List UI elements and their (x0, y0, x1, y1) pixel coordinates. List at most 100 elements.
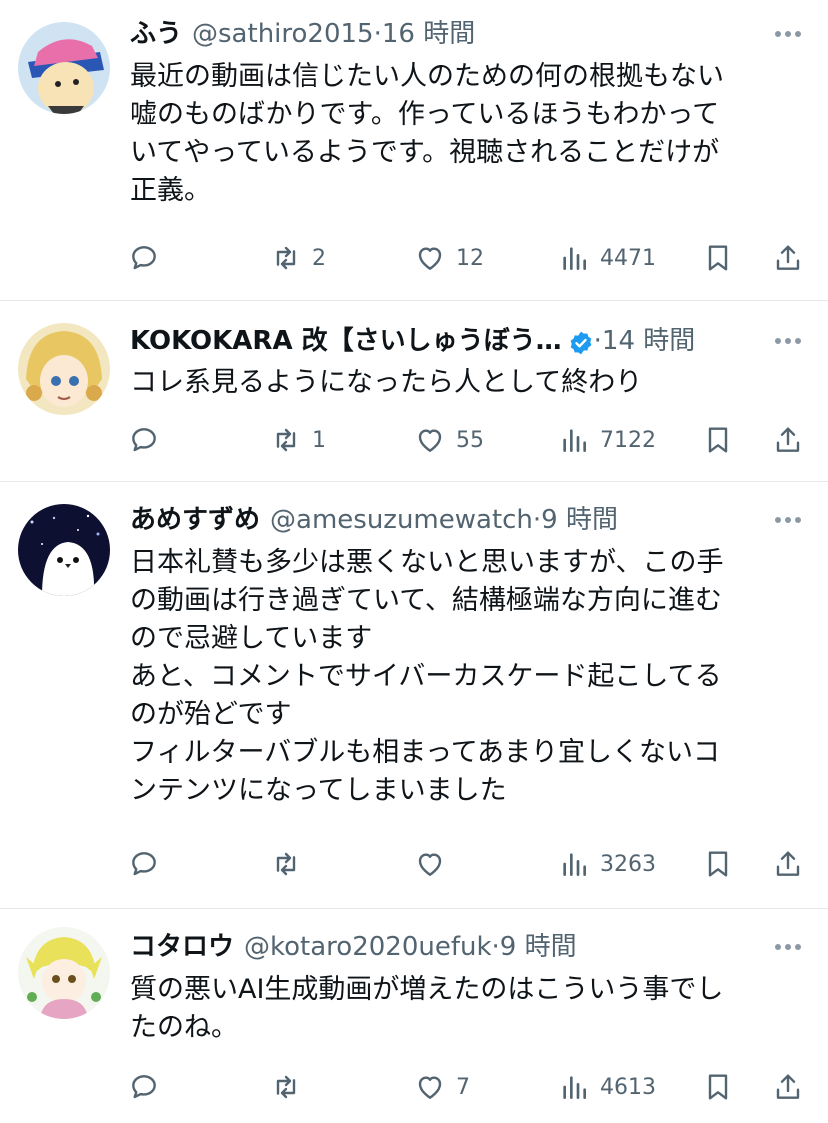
share-button[interactable] (772, 418, 804, 462)
display-name[interactable]: ふう (130, 14, 182, 54)
like-button[interactable] (414, 842, 446, 886)
tweet-text-line: いてやっているようです。視聴されることだけが (130, 137, 720, 168)
display-name[interactable]: コタロウ (130, 927, 234, 967)
retweet-icon (270, 1071, 302, 1103)
reply-feed: ふう @sathiro2015 ·16 時間 最近の動画は信じたい人のための何の… (0, 0, 828, 1123)
more-icon[interactable] (770, 14, 806, 54)
heart-icon (414, 1071, 446, 1103)
bookmark-button[interactable] (702, 842, 734, 886)
reply-icon (128, 1071, 160, 1103)
tweet[interactable]: コタロウ @kotaro2020uefuk ·9 時間 質の悪いAI生成動画が増… (0, 909, 828, 1123)
tweet-text-line: 質の悪いAI生成動画が増えたのはこういう事でし (130, 974, 724, 1005)
like-count: 7 (456, 1074, 470, 1100)
like-button[interactable]: 7 (414, 1065, 470, 1109)
tweet-header: KOKOKARA 改【さいしゅうぼう… ·14 時間 (130, 321, 748, 361)
views-icon (558, 242, 590, 274)
display-name[interactable]: KOKOKARA 改【さいしゅうぼう… (130, 321, 562, 361)
views-icon (558, 1071, 590, 1103)
timestamp[interactable]: ·14 時間 (594, 321, 696, 361)
views-button[interactable]: 4471 (558, 236, 656, 280)
tweet-text-line: 最近の動画は信じたい人のための何の根拠もない (130, 61, 724, 92)
retweet-count: 1 (312, 427, 326, 453)
user-handle[interactable]: @amesuzumewatch (270, 500, 533, 540)
tweet-header: コタロウ @kotaro2020uefuk ·9 時間 (130, 927, 748, 967)
action-bar: 2 12 4471 (128, 236, 818, 280)
tweet[interactable]: KOKOKARA 改【さいしゅうぼう… ·14 時間 コレ系見るようになったら人… (0, 301, 828, 481)
verified-badge-icon (568, 328, 594, 355)
timestamp[interactable]: ·9 時間 (492, 927, 577, 967)
reply-button[interactable] (128, 1065, 160, 1109)
tweet-text-line: 正義。 (130, 175, 211, 206)
action-bar: 3263 (128, 842, 818, 886)
avatar[interactable] (18, 22, 110, 114)
like-count: 55 (456, 427, 484, 453)
view-count: 4613 (600, 1074, 656, 1100)
share-button[interactable] (772, 236, 804, 280)
tweet-text-line: の動画は行き過ぎていて、結構極端な方向に進む (130, 585, 722, 616)
retweet-icon (270, 424, 302, 456)
retweet-button[interactable]: 2 (270, 236, 326, 280)
bookmark-button[interactable] (702, 236, 734, 280)
bookmark-button[interactable] (702, 1065, 734, 1109)
display-name[interactable]: あめすずめ (130, 500, 260, 540)
share-icon (772, 848, 804, 880)
like-button[interactable]: 55 (414, 418, 484, 462)
view-count: 7122 (600, 427, 656, 453)
retweet-button[interactable] (270, 842, 302, 886)
reply-button[interactable] (128, 418, 160, 462)
bookmark-icon (702, 242, 734, 274)
share-button[interactable] (772, 1065, 804, 1109)
share-button[interactable] (772, 842, 804, 886)
user-handle[interactable]: @sathiro2015 (192, 14, 374, 54)
tweet-text-line: コレ系見るようになったら人として終わり (130, 367, 643, 398)
tweet[interactable]: ふう @sathiro2015 ·16 時間 最近の動画は信じたい人のための何の… (0, 0, 828, 300)
reply-button[interactable] (128, 236, 160, 280)
views-icon (558, 848, 590, 880)
tweet-text-line: フィルターバブルも相まってあまり宜しくないコ (130, 737, 720, 768)
views-button[interactable]: 3263 (558, 842, 656, 886)
views-icon (558, 424, 590, 456)
user-handle[interactable]: @kotaro2020uefuk (244, 927, 492, 967)
view-count: 3263 (600, 851, 656, 877)
more-icon[interactable] (770, 927, 806, 967)
views-button[interactable]: 7122 (558, 418, 656, 462)
tweet-text: 最近の動画は信じたい人のための何の根拠もない 嘘のものばかりです。作っているほう… (130, 58, 800, 210)
retweet-button[interactable] (270, 1065, 302, 1109)
tweet[interactable]: あめすずめ @amesuzumewatch ·9 時間 日本礼賛も多少は悪くない… (0, 482, 828, 908)
avatar[interactable] (18, 504, 110, 596)
timestamp[interactable]: ·16 時間 (374, 14, 476, 54)
avatar[interactable] (18, 323, 110, 415)
like-button[interactable]: 12 (414, 236, 484, 280)
reply-button[interactable] (128, 842, 160, 886)
heart-icon (414, 242, 446, 274)
like-count: 12 (456, 245, 484, 271)
view-count: 4471 (600, 245, 656, 271)
tweet-header: あめすずめ @amesuzumewatch ·9 時間 (130, 500, 748, 540)
tweet-text-line: ンテンツになってしまいました (130, 775, 507, 806)
tweet-header: ふう @sathiro2015 ·16 時間 (130, 14, 748, 54)
share-icon (772, 1071, 804, 1103)
action-bar: 7 4613 (128, 1065, 818, 1109)
heart-icon (414, 848, 446, 880)
action-bar: 1 55 7122 (128, 418, 818, 462)
tweet-text-line: 嘘のものばかりです。作っているほうもわかって (130, 99, 720, 130)
tweet-text: 日本礼賛も多少は悪くないと思いますが、この手 の動画は行き過ぎていて、結構極端な… (130, 544, 800, 810)
tweet-text-line: のが殆どです (130, 699, 292, 730)
tweet-text: コレ系見るようになったら人として終わり (130, 364, 800, 402)
retweet-button[interactable]: 1 (270, 418, 326, 462)
tweet-text-line: 日本礼賛も多少は悪くないと思いますが、この手 (130, 547, 724, 578)
tweet-text-line: あと、コメントでサイバーカスケード起こしてる (130, 661, 722, 692)
views-button[interactable]: 4613 (558, 1065, 656, 1109)
reply-icon (128, 424, 160, 456)
bookmark-icon (702, 1071, 734, 1103)
retweet-icon (270, 848, 302, 880)
share-icon (772, 424, 804, 456)
avatar[interactable] (18, 927, 110, 1019)
timestamp[interactable]: ·9 時間 (533, 500, 618, 540)
more-icon[interactable] (770, 500, 806, 540)
more-icon[interactable] (770, 321, 806, 361)
bookmark-icon (702, 848, 734, 880)
bookmark-icon (702, 424, 734, 456)
bookmark-button[interactable] (702, 418, 734, 462)
retweet-icon (270, 242, 302, 274)
